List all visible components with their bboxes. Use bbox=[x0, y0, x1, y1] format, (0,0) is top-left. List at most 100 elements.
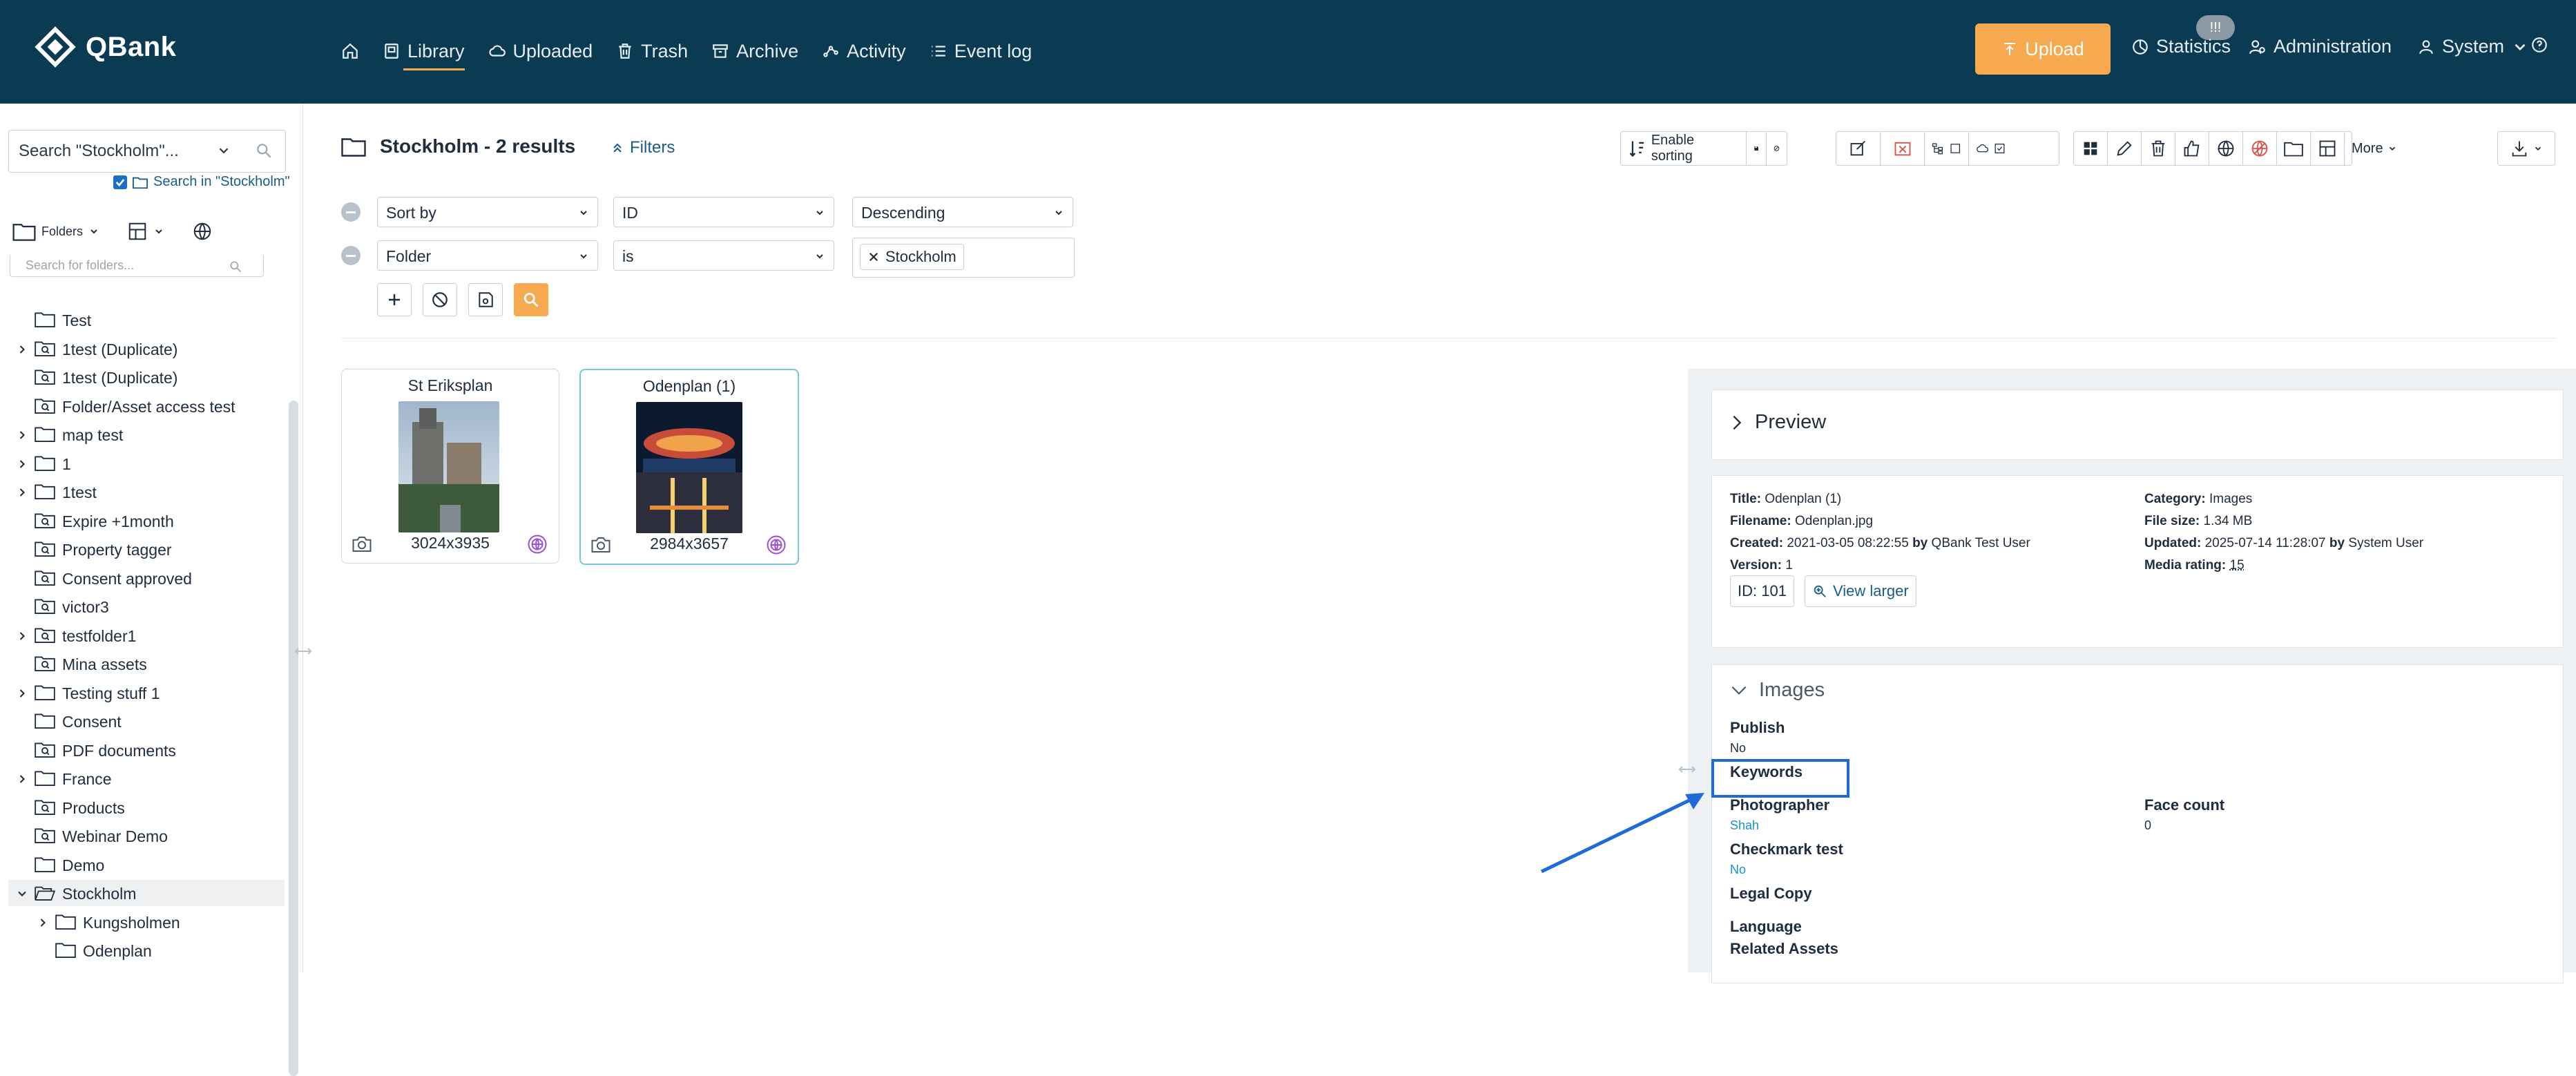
remove-sort-row-button[interactable] bbox=[341, 202, 361, 222]
filter-field-select[interactable]: Folder bbox=[377, 240, 598, 271]
folder-tree-item[interactable]: victor3 bbox=[8, 593, 285, 619]
statistics-link[interactable]: Statistics bbox=[2131, 36, 2231, 57]
unpublish-button[interactable] bbox=[2243, 132, 2277, 165]
chevron-right-icon[interactable] bbox=[15, 427, 29, 441]
folder-tree-item[interactable]: 1test bbox=[8, 479, 285, 505]
help-icon bbox=[2530, 36, 2548, 54]
folder-tree-item[interactable]: Products bbox=[8, 794, 285, 820]
checkbox-checked[interactable] bbox=[113, 175, 127, 189]
folder-tree-item[interactable]: Mina assets bbox=[8, 651, 285, 677]
filter-operator-select[interactable]: is bbox=[613, 240, 834, 271]
folder-tree-item[interactable]: map test bbox=[8, 421, 285, 448]
save-sorting-button[interactable] bbox=[1747, 132, 1767, 165]
folder-tree-item[interactable]: Expire +1month bbox=[8, 508, 285, 534]
sort-field-select[interactable]: Sort by bbox=[377, 197, 598, 227]
images-section-header[interactable]: Images bbox=[1730, 679, 1825, 702]
folders-dropdown[interactable]: Folders bbox=[12, 222, 99, 241]
checkmark-test-value[interactable]: No bbox=[1730, 863, 1746, 877]
chevron-right-icon[interactable] bbox=[36, 915, 50, 929]
cancel-sorting-button[interactable] bbox=[1767, 132, 1787, 165]
nav-activity[interactable]: Activity bbox=[822, 33, 906, 69]
remove-from-folder-button[interactable] bbox=[1881, 132, 1925, 165]
view-larger-button[interactable]: View larger bbox=[1805, 575, 1916, 607]
clear-filters-button[interactable] bbox=[423, 283, 457, 316]
add-filter-button[interactable] bbox=[377, 283, 412, 316]
save-filter-button[interactable] bbox=[468, 283, 503, 316]
resize-handle-icon[interactable] bbox=[294, 646, 312, 657]
filters-toggle[interactable]: Filters bbox=[611, 138, 675, 157]
system-menu[interactable]: System bbox=[2417, 36, 2529, 57]
globe-button[interactable] bbox=[192, 221, 213, 242]
nav-uploaded[interactable]: Uploaded bbox=[488, 33, 593, 69]
nav-event-log[interactable]: Event log bbox=[930, 33, 1032, 69]
qbank-logo[interactable]: QBank bbox=[35, 26, 176, 68]
search-in-folder-checkbox[interactable]: Search in "Stockholm" bbox=[113, 174, 290, 190]
sidebar-scrollbar[interactable] bbox=[289, 401, 298, 1076]
folder-tree-item[interactable]: 1test (Duplicate) bbox=[8, 336, 285, 362]
publish-button[interactable] bbox=[2209, 132, 2243, 165]
search-icon[interactable] bbox=[255, 142, 273, 160]
nav-archive[interactable]: Archive bbox=[711, 33, 798, 69]
rating-value: 15 bbox=[2230, 558, 2245, 573]
folder-tree-item[interactable]: Consent approved bbox=[8, 565, 285, 591]
preview-panel[interactable]: Preview bbox=[1711, 390, 2564, 460]
help-button[interactable] bbox=[2530, 36, 2548, 54]
chevron-right-icon[interactable] bbox=[15, 485, 29, 499]
edit-metadata-button[interactable] bbox=[1836, 132, 1881, 165]
upload-button[interactable]: Upload bbox=[1975, 23, 2111, 75]
folder-tree-item[interactable]: 1test (Duplicate) bbox=[8, 364, 285, 390]
chevron-right-icon[interactable] bbox=[15, 686, 29, 700]
nav-home[interactable] bbox=[341, 33, 359, 69]
chevron-right-icon[interactable] bbox=[15, 628, 29, 642]
close-icon[interactable] bbox=[867, 251, 880, 263]
resize-handle-icon[interactable] bbox=[1677, 764, 1698, 775]
filter-value-input[interactable]: Stockholm bbox=[852, 238, 1075, 278]
asset-card[interactable]: Odenplan (1) 2984x3657 bbox=[579, 369, 799, 565]
sort-field-value: Sort by bbox=[386, 204, 436, 222]
folder-tree-item[interactable]: Folder/Asset access test bbox=[8, 393, 285, 419]
approve-button[interactable] bbox=[2175, 132, 2209, 165]
chevron-right-icon[interactable] bbox=[15, 457, 29, 470]
sort-order-select[interactable]: Descending bbox=[852, 197, 1073, 227]
folder-tree-item[interactable]: Kungsholmen bbox=[8, 909, 285, 935]
edit-button[interactable] bbox=[2108, 132, 2142, 165]
folder-tree-item[interactable]: Test bbox=[8, 307, 285, 333]
folder-tree-item[interactable]: Testing stuff 1 bbox=[8, 680, 285, 706]
nav-trash[interactable]: Trash bbox=[616, 33, 688, 69]
chevron-down-icon[interactable] bbox=[216, 143, 231, 158]
layout-dropdown[interactable] bbox=[127, 221, 164, 242]
cloud-sync-button[interactable] bbox=[1969, 132, 2013, 165]
folder-search-input[interactable]: Search for folders... bbox=[10, 256, 264, 277]
layout-button[interactable] bbox=[2311, 132, 2345, 165]
folder-tree-item[interactable]: PDF documents bbox=[8, 737, 285, 763]
folder-tree-item[interactable]: Odenplan bbox=[8, 937, 285, 963]
folder-tree-item[interactable]: Property tagger bbox=[8, 536, 285, 562]
folder-tree-item[interactable]: testfolder1 bbox=[8, 622, 285, 649]
chevron-down-icon[interactable] bbox=[15, 886, 29, 900]
chevron-right-icon[interactable] bbox=[15, 342, 29, 356]
folder-tree-item[interactable]: Webinar Demo bbox=[8, 823, 285, 849]
remove-filter-row-button[interactable] bbox=[341, 246, 361, 265]
folder-tree-item[interactable]: France bbox=[8, 765, 285, 791]
chevron-right-icon[interactable] bbox=[15, 771, 29, 785]
asset-card[interactable]: St Eriksplan 3024x3935 bbox=[341, 369, 559, 564]
enable-sorting-button[interactable]: Enable sorting bbox=[1621, 132, 1747, 165]
administration-link[interactable]: Administration bbox=[2249, 36, 2392, 57]
folder-tree-item[interactable]: Consent bbox=[8, 708, 285, 734]
preview-header[interactable]: Preview bbox=[1730, 411, 1826, 434]
move-to-folder-button[interactable] bbox=[2277, 132, 2311, 165]
search-button[interactable] bbox=[514, 283, 548, 316]
folder-tree-item[interactable]: Stockholm bbox=[8, 880, 285, 906]
hierarchy-button[interactable] bbox=[1925, 132, 1969, 165]
sidebar-search-input[interactable]: Search "Stockholm"... bbox=[8, 130, 286, 173]
download-dropdown[interactable] bbox=[2498, 132, 2555, 165]
folder-tree-item[interactable]: Demo bbox=[8, 852, 285, 878]
more-dropdown[interactable]: More bbox=[2345, 132, 2404, 165]
folder-tree-item[interactable]: 1 bbox=[8, 450, 285, 477]
sort-key-select[interactable]: ID bbox=[613, 197, 834, 227]
folder-tree-label: Consent bbox=[62, 713, 122, 731]
grid-view-button[interactable] bbox=[2074, 132, 2108, 165]
photographer-value[interactable]: Shah bbox=[1730, 818, 1759, 833]
delete-button[interactable] bbox=[2142, 132, 2175, 165]
nav-library[interactable]: Library bbox=[383, 33, 465, 69]
